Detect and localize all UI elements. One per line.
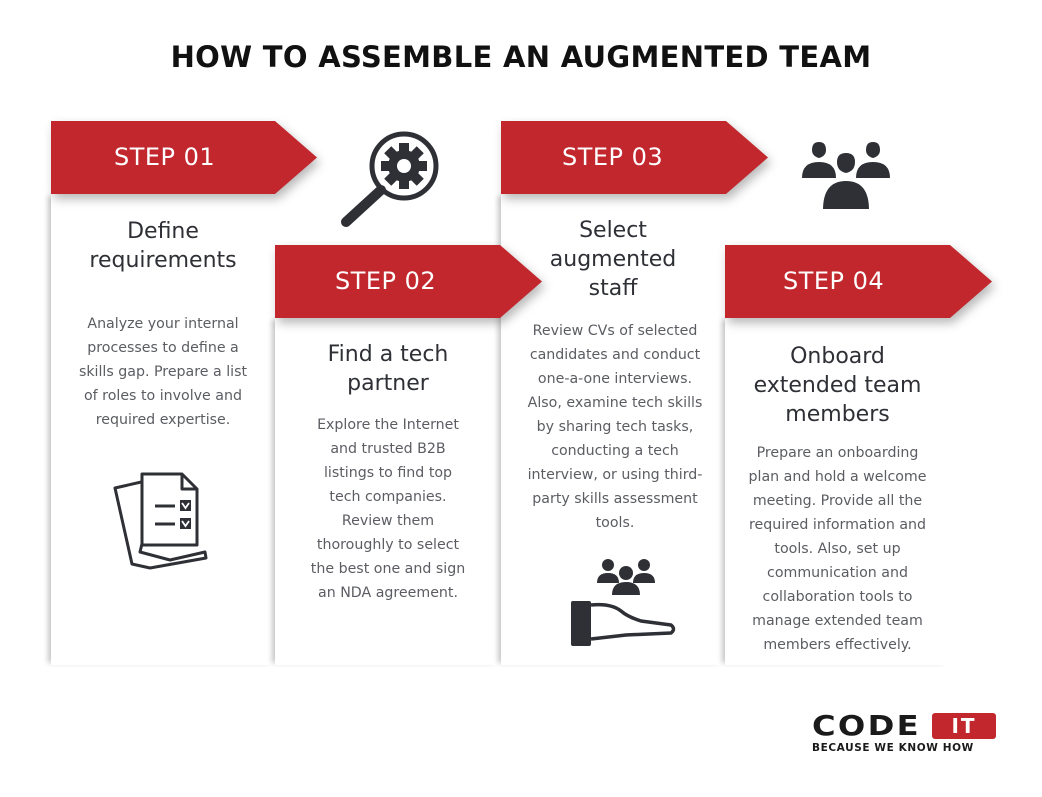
description-line: Prepare an onboarding [756, 445, 919, 461]
description-line: tech companies. [329, 489, 447, 505]
heading-line: staff [588, 276, 638, 301]
step-3-label: STEP 03 [562, 143, 664, 171]
heading-line: augmented [549, 247, 677, 272]
description-line: conducting a tech [551, 443, 679, 459]
heading-line: Define [127, 219, 199, 244]
description-line: members effectively. [763, 637, 912, 653]
step-1-description: Analyze your internal processes to defin… [51, 312, 275, 432]
step-1-banner: STEP 01 [51, 121, 317, 194]
description-line: meeting. Provide all the [752, 493, 923, 509]
description-line: Review CVs of selected [532, 323, 698, 339]
description-line: skills gap. Prepare a list [78, 364, 248, 380]
description-line: of roles to involve and [84, 388, 242, 404]
heading-line: Onboard [790, 344, 885, 369]
step-4-label: STEP 04 [783, 267, 885, 295]
heading-line: members [785, 402, 890, 427]
heading-line: Select [579, 218, 647, 243]
step-3-banner: STEP 03 [501, 121, 768, 194]
description-line: interview, or using third- [527, 467, 703, 483]
description-line: listings to find top [323, 465, 453, 481]
step-2-description: Explore the Internet and trusted B2B lis… [275, 413, 501, 605]
description-line: thoroughly to select [316, 537, 460, 553]
description-line: Explore the Internet [317, 417, 459, 433]
description-line: party skills assessment [532, 491, 698, 507]
description-line: tools. [595, 515, 635, 531]
description-line: processes to define a [87, 340, 239, 356]
description-line: candidates and conduct [529, 347, 701, 363]
step-4-banner: STEP 04 [725, 245, 992, 318]
description-line: Review them [341, 513, 435, 529]
description-line: required information and [748, 517, 927, 533]
description-line: Analyze your internal [87, 316, 239, 332]
description-line: communication and [767, 565, 908, 581]
description-line: Also, examine tech skills [527, 395, 703, 411]
logo-wordmark: CODE [812, 709, 921, 742]
description-line: and trusted B2B [330, 441, 446, 457]
step-4-description: Prepare an onboarding plan and hold a we… [725, 441, 950, 657]
magnifier-gear-icon [341, 131, 439, 227]
description-line: the best one and sign [310, 561, 466, 577]
heading-line: extended team [753, 373, 922, 398]
description-line: collaboration tools to [762, 589, 913, 605]
heading-line: requirements [89, 248, 237, 273]
step-2-heading: Find a tech partner [275, 340, 501, 398]
description-line: an NDA agreement. [318, 585, 458, 601]
heading-line: partner [347, 371, 429, 396]
team-group-icon [802, 142, 890, 211]
step-4-heading: Onboard extended team members [725, 342, 950, 429]
logo-badge: IT [932, 713, 996, 739]
step-3-description: Review CVs of selected candidates and co… [505, 319, 725, 535]
step-1-heading: Define requirements [51, 217, 275, 275]
step-1-label: STEP 01 [114, 143, 216, 171]
description-line: manage extended team [752, 613, 923, 629]
step-3-heading: Select augmented staff [501, 216, 725, 303]
description-line: required expertise. [95, 412, 231, 428]
checklist-documents-icon [113, 472, 208, 570]
logo-tagline: BECAUSE WE KNOW HOW [812, 742, 974, 754]
description-line: one-a-one interviews. [537, 371, 693, 387]
description-line: by sharing tech tasks, [536, 419, 694, 435]
description-line: plan and hold a welcome [748, 469, 927, 485]
description-line: tools. Also, set up [774, 541, 901, 557]
step-2-label: STEP 02 [335, 267, 437, 295]
page-title: HOW TO ASSEMBLE AN AUGMENTED TEAM [170, 40, 872, 74]
hand-holding-team-icon [571, 559, 676, 646]
heading-line: Find a tech [327, 342, 449, 367]
